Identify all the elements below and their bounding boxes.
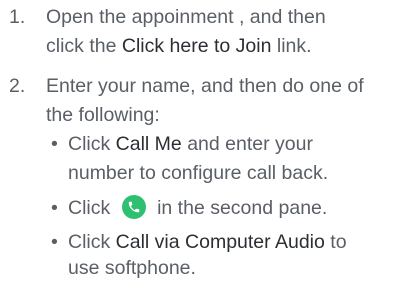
call-me-label: Call Me (115, 133, 182, 155)
step-1-suffix: link. (271, 35, 312, 57)
option-3-bullet: • (51, 231, 58, 253)
option-2-bullet: • (51, 197, 58, 219)
option-2-prefix: Click (68, 197, 116, 219)
step-1-line2: click the Click here to Join link. (46, 33, 312, 60)
step-2-line1: Enter your name, and then do one of (46, 75, 364, 97)
option-3-prefix: Click (68, 231, 116, 253)
step-1-line1: Open the appoinment , and then (46, 6, 326, 28)
join-link-label: Click here to Join (121, 35, 272, 57)
step-2-line2: the following: (46, 104, 160, 126)
step-2-number: 2. (9, 75, 26, 97)
option-1-line2: number to configure call back. (68, 162, 329, 184)
option-3-line1: Click Call via Computer Audio to (68, 229, 347, 256)
option-1-suffix: and enter your (181, 133, 313, 155)
option-2-line1: Click in the second pane. (68, 195, 327, 222)
phone-call-icon (121, 195, 146, 219)
option-3-line2: use softphone. (68, 257, 196, 279)
option-3-suffix: to (324, 231, 347, 253)
option-1-bullet: • (51, 133, 58, 155)
computer-audio-label: Call via Computer Audio (115, 231, 325, 253)
option-1-prefix: Click (68, 133, 116, 155)
option-1-line1: Click Call Me and enter your (68, 131, 313, 158)
step-1-prefix: click the (46, 35, 122, 57)
instructions-document: 1. Open the appoinment , and then click … (0, 0, 414, 285)
step-1-number: 1. (9, 6, 26, 28)
option-2-suffix: in the second pane. (151, 197, 328, 219)
